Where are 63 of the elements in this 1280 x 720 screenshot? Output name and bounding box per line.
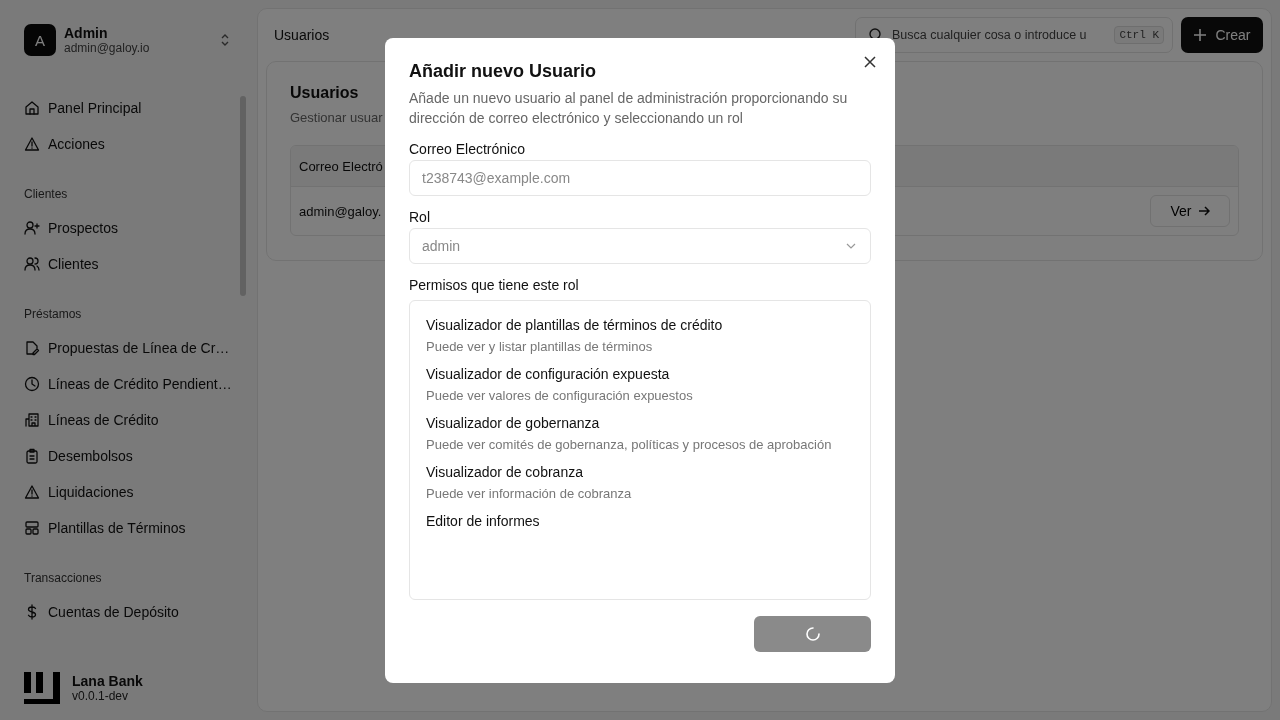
- clipboard-icon: [24, 448, 40, 464]
- nav-item[interactable]: Clientes: [24, 246, 234, 282]
- permission-title: Visualizador de plantillas de términos de crédito: [426, 317, 724, 333]
- permission-title: Editor de informes: [426, 513, 541, 529]
- email-field[interactable]: t238743@example.com: [409, 160, 871, 196]
- dialog-description: Añade un nuevo usuario al panel de administración proporcionando su dirección de correo electrónico y seleccionando un rol: [409, 89, 849, 128]
- nav-item[interactable]: Propuestas de Línea de Cr…: [24, 330, 234, 366]
- chevrons-icon: [220, 32, 230, 48]
- submit-button[interactable]: [754, 616, 871, 652]
- permission-description: Puede ver valores de configuración expuestos: [426, 388, 694, 403]
- users-icon: [24, 256, 40, 272]
- permission-description: Puede ver y listar plantillas de términos: [426, 339, 654, 354]
- account-name: Admin: [64, 25, 109, 41]
- avatar: A: [24, 24, 56, 56]
- clock-icon: [24, 376, 40, 392]
- permission-title: Visualizador de cobranza: [426, 464, 584, 480]
- close-icon[interactable]: [864, 56, 876, 68]
- nav-item[interactable]: Prospectos: [24, 210, 234, 246]
- file-icon: [24, 340, 40, 356]
- account-switcher[interactable]: A Admin admin@galoy.io: [24, 24, 240, 56]
- field-label: Rol: [409, 209, 431, 225]
- create-button[interactable]: Crear: [1181, 17, 1263, 53]
- userplus-icon: [24, 220, 40, 236]
- permission-title: Visualizador de gobernanza: [426, 415, 601, 431]
- view-button[interactable]: Ver: [1150, 195, 1230, 227]
- shortcut-key: Ctrl K: [1114, 26, 1164, 44]
- nav-item[interactable]: Líneas de Crédito Pendient…: [24, 366, 234, 402]
- nav-group-title: Clientes: [24, 186, 69, 203]
- nav-item[interactable]: Desembolsos: [24, 438, 234, 474]
- nav-item[interactable]: Líneas de Crédito: [24, 402, 234, 438]
- permission-title: Visualizador de configuración expuesta: [426, 366, 671, 382]
- alert-icon: [24, 136, 40, 152]
- logo-icon: [24, 672, 60, 704]
- table-cell: admin@galoy.: [299, 203, 382, 219]
- building-icon: [24, 412, 40, 428]
- nav-group-title: Transacciones: [24, 570, 103, 587]
- nav-item[interactable]: Panel Principal: [24, 90, 234, 126]
- nav-item[interactable]: Cuentas de Depósito: [24, 594, 234, 630]
- chevron-down-icon: [846, 243, 856, 249]
- column-header: Correo Electró: [299, 158, 383, 174]
- card-subtitle: Gestionar usuar: [290, 110, 383, 125]
- card-title: Usuarios: [290, 84, 359, 102]
- dialog-title: Añadir nuevo Usuario: [409, 61, 598, 82]
- version-label: v0.0.1-dev: [72, 689, 130, 703]
- brand-name: Lana Bank: [72, 673, 143, 689]
- arrow-right-icon: [1197, 205, 1210, 217]
- search-field[interactable]: Busca cualquier cosa o introduce u: [892, 20, 1107, 50]
- nav-item[interactable]: Plantillas de Términos: [24, 510, 234, 546]
- search-bar[interactable]: Busca cualquier cosa o introduce u Ctrl K: [855, 17, 1173, 53]
- permission-description: Puede ver comités de gobernanza, políticas y procesos de aprobación: [426, 437, 833, 452]
- nav-item[interactable]: Liquidaciones: [24, 474, 234, 510]
- nav-group-title: Préstamos: [24, 306, 83, 323]
- spinner-icon: [804, 626, 821, 642]
- alert-icon: [24, 484, 40, 500]
- field-label: Correo Electrónico: [409, 141, 526, 157]
- account-email: admin@galoy.io: [64, 41, 151, 55]
- field-label: Permisos que tiene este rol: [409, 277, 580, 293]
- nav-item[interactable]: Acciones: [24, 126, 234, 162]
- layout-icon: [24, 520, 40, 536]
- home-icon: [24, 100, 40, 116]
- permission-description: Puede ver información de cobranza: [426, 486, 633, 501]
- plus-icon: [1193, 28, 1208, 42]
- breadcrumb: Usuarios: [274, 27, 331, 43]
